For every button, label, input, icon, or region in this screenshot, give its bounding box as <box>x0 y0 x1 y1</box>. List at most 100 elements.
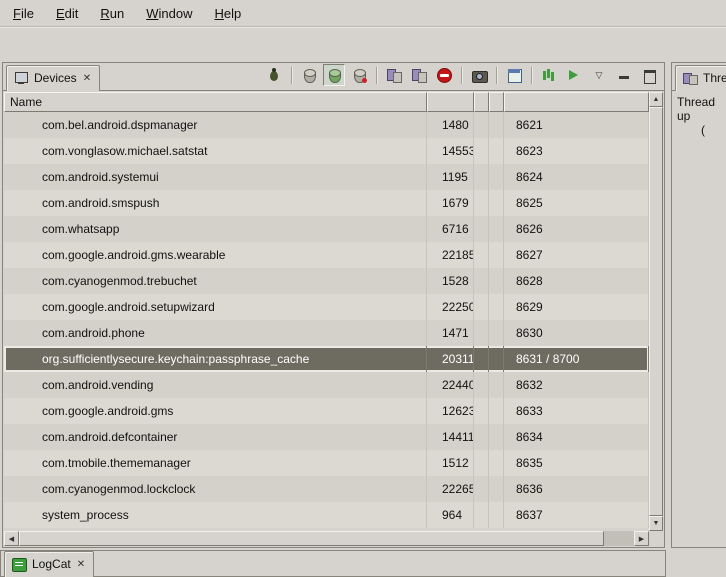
devices-tabbar: Devices ✕ ▽ <box>3 63 664 91</box>
process-row[interactable]: com.cyanogenmod.lockclock 22265 8636 <box>4 476 649 502</box>
camera-icon <box>471 67 487 83</box>
tab-threads[interactable]: Threads <box>675 65 726 91</box>
process-pid: 22265 <box>427 476 474 502</box>
opengl-trace-icon <box>566 67 582 83</box>
process-cell-empty <box>489 138 504 164</box>
tab-devices[interactable]: Devices ✕ <box>6 65 100 91</box>
process-port: 8634 <box>504 424 649 450</box>
view-menu-icon: ▽ <box>596 71 603 80</box>
tab-threads-label: Threads <box>703 71 726 85</box>
vertical-scroll-thumb[interactable] <box>649 107 663 516</box>
process-row[interactable]: com.tmobile.thememanager 1512 8635 <box>4 450 649 476</box>
process-row[interactable]: com.cyanogenmod.trebuchet 1528 8628 <box>4 268 649 294</box>
close-icon[interactable]: ✕ <box>82 73 92 84</box>
gc-red-dot <box>362 78 367 83</box>
stop-process-button[interactable] <box>433 64 455 86</box>
process-cell-empty <box>474 190 489 216</box>
cause-gc-icon <box>351 67 367 83</box>
menu-item[interactable]: Help <box>209 3 246 24</box>
process-name: com.whatsapp <box>4 216 427 242</box>
minimize-button[interactable] <box>613 64 635 86</box>
method-profiling-button[interactable] <box>408 64 430 86</box>
tab-logcat[interactable]: LogCat ✕ <box>4 551 94 577</box>
process-row[interactable]: system_process 964 8637 <box>4 502 649 528</box>
debug-process-button[interactable] <box>263 64 285 86</box>
process-name: com.android.vending <box>4 372 427 398</box>
device-icon <box>13 70 29 86</box>
scroll-left-arrow[interactable]: ◀ <box>4 531 19 546</box>
scroll-down-arrow[interactable]: ▼ <box>649 516 663 531</box>
process-name: com.android.defcontainer <box>4 424 427 450</box>
process-row[interactable]: com.android.smspush 1679 8625 <box>4 190 649 216</box>
vertical-scrollbar[interactable]: ▲ ▼ <box>649 92 663 531</box>
menu-item[interactable]: Window <box>141 3 197 24</box>
process-row[interactable]: com.android.phone 1471 8630 <box>4 320 649 346</box>
screen-capture-button[interactable] <box>468 64 490 86</box>
menu-item-label: File <box>13 6 34 21</box>
process-cell-empty <box>489 242 504 268</box>
process-row[interactable]: com.google.android.setupwizard 22250 862… <box>4 294 649 320</box>
horizontal-scrollbar[interactable]: ◀ ▶ <box>4 531 649 546</box>
process-row[interactable]: com.google.android.gms.wearable 22185 86… <box>4 242 649 268</box>
process-name: com.google.android.gms <box>4 398 427 424</box>
maximize-button[interactable] <box>638 64 660 86</box>
systrace-button[interactable] <box>538 64 560 86</box>
threads-message-line1: Thread up <box>677 95 724 123</box>
menu-item[interactable]: Run <box>95 3 129 24</box>
report-button[interactable] <box>503 64 525 86</box>
dump-hprof-button[interactable] <box>323 64 345 86</box>
toolbar-separator <box>531 67 532 84</box>
logcat-panel: LogCat ✕ <box>0 550 666 577</box>
process-table-body: com.bel.android.dspmanager 1480 8621 com… <box>4 112 649 531</box>
process-cell-empty <box>489 424 504 450</box>
process-cell-empty <box>489 346 504 372</box>
process-cell-empty <box>474 268 489 294</box>
threads-panel: Threads Thread up ( <box>671 62 726 548</box>
process-port: 8635 <box>504 450 649 476</box>
process-row[interactable]: com.bel.android.dspmanager 1480 8621 <box>4 112 649 138</box>
process-row[interactable]: com.google.android.gms 12623 8633 <box>4 398 649 424</box>
process-cell-empty <box>489 294 504 320</box>
process-port: 8625 <box>504 190 649 216</box>
column-header-name[interactable]: Name <box>4 92 427 112</box>
report-icon <box>506 67 522 83</box>
process-row[interactable]: com.android.defcontainer 14411 8634 <box>4 424 649 450</box>
process-cell-empty <box>474 502 489 528</box>
scroll-right-arrow[interactable]: ▶ <box>634 531 649 546</box>
threads-tab-icon <box>682 70 698 86</box>
menu-item[interactable]: Edit <box>51 3 83 24</box>
process-row[interactable]: org.sufficientlysecure.keychain:passphra… <box>4 346 649 372</box>
update-threads-button[interactable] <box>383 64 405 86</box>
cause-gc-button[interactable] <box>348 64 370 86</box>
process-cell-empty <box>489 268 504 294</box>
process-cell-empty <box>489 398 504 424</box>
close-icon[interactable]: ✕ <box>76 559 86 570</box>
process-cell-empty <box>474 320 489 346</box>
process-cell-empty <box>474 242 489 268</box>
process-row[interactable]: com.whatsapp 6716 8626 <box>4 216 649 242</box>
process-row[interactable]: com.vonglasow.michael.satstat 14553 8623 <box>4 138 649 164</box>
menu-item-label: Edit <box>56 6 78 21</box>
process-cell-empty <box>489 476 504 502</box>
process-name: com.cyanogenmod.lockclock <box>4 476 427 502</box>
process-pid: 964 <box>427 502 474 528</box>
view-menu-button[interactable]: ▽ <box>588 64 610 86</box>
column-header-pid <box>427 92 474 112</box>
scroll-up-arrow[interactable]: ▲ <box>649 92 663 107</box>
process-cell-empty <box>489 502 504 528</box>
horizontal-scroll-thumb[interactable] <box>19 531 604 546</box>
scroll-left-icon: ◀ <box>9 535 14 543</box>
opengl-trace-button[interactable] <box>563 64 585 86</box>
process-row[interactable]: com.android.vending 22440 8632 <box>4 372 649 398</box>
process-port: 8631 / 8700 <box>504 346 649 372</box>
menu-item[interactable]: File <box>8 3 39 24</box>
process-name: org.sufficientlysecure.keychain:passphra… <box>4 346 427 372</box>
process-cell-empty <box>474 294 489 320</box>
process-port: 8632 <box>504 372 649 398</box>
process-row[interactable]: com.android.systemui 1195 8624 <box>4 164 649 190</box>
process-pid: 1528 <box>427 268 474 294</box>
process-pid: 1195 <box>427 164 474 190</box>
toolbar-separator <box>291 67 292 84</box>
tab-devices-label: Devices <box>34 71 77 85</box>
update-heap-button[interactable] <box>298 64 320 86</box>
